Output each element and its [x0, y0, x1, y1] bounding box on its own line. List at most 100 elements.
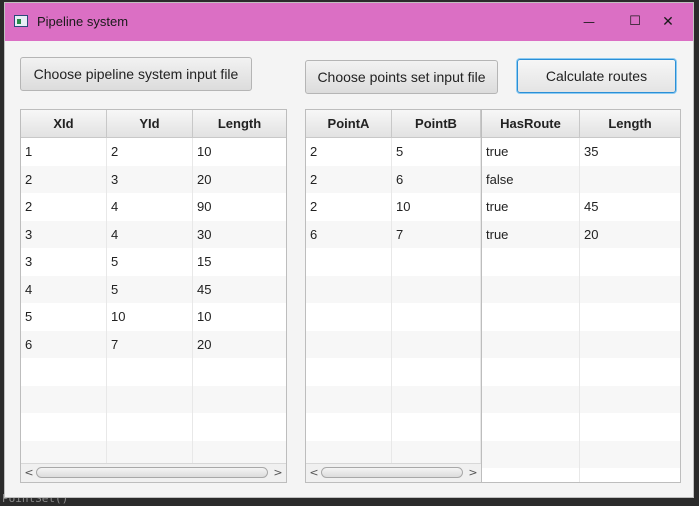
points-row[interactable]	[306, 385, 481, 413]
pipeline-cell: 15	[193, 248, 286, 276]
points-cell	[306, 248, 392, 276]
column-header-xid[interactable]: XId	[21, 110, 107, 138]
pipeline-cell	[193, 358, 286, 386]
pipeline-cell: 30	[193, 221, 286, 249]
points-cell: 2	[306, 193, 392, 221]
pipeline-cell: 20	[193, 166, 286, 194]
points-row[interactable]	[306, 303, 481, 331]
choose-pipeline-file-button[interactable]: Choose pipeline system input file	[20, 57, 252, 91]
routes-cell: 20	[580, 221, 680, 249]
pipeline-horizontal-scrollbar[interactable]: < >	[21, 463, 286, 482]
points-row[interactable]	[306, 358, 481, 386]
routes-cell	[580, 441, 680, 469]
scroll-right-icon[interactable]: >	[271, 464, 285, 482]
points-row[interactable]: 26	[306, 165, 481, 193]
points-row[interactable]	[306, 275, 481, 303]
scroll-right-icon[interactable]: >	[466, 464, 480, 482]
routes-cell	[482, 275, 580, 303]
app-window-icon	[14, 15, 28, 27]
pipeline-cell: 5	[21, 303, 107, 331]
points-cell	[306, 385, 392, 413]
routes-row[interactable]	[482, 440, 680, 469]
routes-cell: 35	[580, 138, 680, 166]
routes-cell: false	[482, 165, 580, 193]
routes-row[interactable]: true 35	[482, 138, 680, 166]
routes-cell: true	[482, 220, 580, 248]
points-cell: 10	[392, 193, 481, 221]
column-header-length[interactable]: Length	[193, 110, 286, 138]
column-header-hasroute[interactable]: HasRoute	[482, 110, 580, 138]
scroll-thumb[interactable]	[36, 467, 268, 478]
pipeline-cell: 2	[21, 193, 107, 221]
scroll-left-icon[interactable]: <	[307, 464, 321, 482]
points-row[interactable]: 25	[306, 138, 481, 166]
column-header-route-length[interactable]: Length	[580, 110, 680, 138]
routes-row[interactable]	[482, 275, 680, 303]
pipeline-cell: 10	[107, 303, 193, 331]
pipeline-cell	[107, 358, 193, 386]
routes-cell	[580, 468, 680, 482]
pipeline-cell: 45	[193, 276, 286, 304]
pipeline-row[interactable]: 4 5 45	[21, 275, 286, 304]
pipeline-row[interactable]: 3 4 30	[21, 220, 286, 249]
pipeline-row[interactable]: 1 2 10	[21, 138, 286, 166]
minimize-button[interactable]: —	[569, 3, 609, 41]
routes-row[interactable]: true 20	[482, 220, 680, 249]
routes-row[interactable]: true 45	[482, 193, 680, 221]
pipeline-cell: 2	[107, 138, 193, 166]
routes-cell	[580, 248, 680, 276]
points-row[interactable]: 2 10	[306, 193, 481, 221]
scroll-left-icon[interactable]: <	[22, 464, 36, 482]
pipeline-cell	[193, 386, 286, 414]
routes-row[interactable]	[482, 413, 680, 441]
points-cell	[392, 385, 481, 413]
routes-cell: 45	[580, 193, 680, 221]
points-row[interactable]	[306, 248, 481, 276]
routes-cell	[482, 468, 580, 482]
routes-row[interactable]	[482, 385, 680, 413]
pipeline-cell	[21, 413, 107, 441]
points-row[interactable]	[306, 413, 481, 441]
calculate-routes-button[interactable]: Calculate routes	[517, 59, 676, 93]
pipeline-row[interactable]	[21, 385, 286, 414]
choose-points-file-button[interactable]: Choose points set input file	[305, 60, 498, 94]
pipeline-cell: 6	[21, 330, 107, 358]
pipeline-cell: 4	[107, 220, 193, 248]
pipeline-cell: 3	[21, 220, 107, 248]
pipeline-table[interactable]: XId YId Length 1 2 10 2 3 20 2 4 90 3 4 30 3 5 15 4 5 45 5…	[20, 109, 287, 483]
pipeline-cell	[107, 413, 193, 441]
routes-row[interactable]: false	[482, 165, 680, 193]
routes-row[interactable]	[482, 303, 680, 331]
points-horizontal-scrollbar[interactable]: < >	[306, 463, 481, 482]
title-bar[interactable]: Pipeline system — ☐ ✕	[5, 3, 693, 41]
pipeline-row[interactable]: 6 7 20	[21, 330, 286, 358]
routes-row[interactable]	[482, 330, 680, 358]
points-cell	[306, 275, 392, 303]
routes-row[interactable]	[482, 468, 680, 482]
points-cell	[392, 275, 481, 303]
routes-row[interactable]	[482, 248, 680, 276]
close-button[interactable]: ✕	[648, 3, 688, 41]
routes-cell	[482, 385, 580, 413]
points-row[interactable]: 67	[306, 220, 481, 248]
pipeline-row[interactable]	[21, 358, 286, 386]
pipeline-row[interactable]	[21, 413, 286, 441]
column-header-yid[interactable]: YId	[107, 110, 193, 138]
routes-table[interactable]: HasRoute Length true 35 false true 45 true 20	[481, 109, 681, 483]
points-cell	[306, 330, 392, 358]
points-cell	[306, 413, 392, 441]
pipeline-row[interactable]: 5 10 10	[21, 303, 286, 331]
points-row[interactable]	[306, 330, 481, 358]
scroll-thumb[interactable]	[321, 467, 463, 478]
points-table[interactable]: PointA PointB 2 5 2 6 2 10 6 7 < >	[305, 109, 482, 483]
column-header-pointa[interactable]: PointA	[306, 110, 392, 138]
pipeline-row[interactable]: 3 5 15	[21, 248, 286, 276]
routes-row[interactable]	[482, 358, 680, 386]
points-cell	[392, 413, 481, 441]
pipeline-row[interactable]: 2 3 20	[21, 165, 286, 194]
column-header-pointb[interactable]: PointB	[392, 110, 481, 138]
pipeline-row[interactable]: 2 4 90	[21, 193, 286, 221]
pipeline-cell: 10	[193, 138, 286, 166]
pipeline-cell: 10	[193, 303, 286, 331]
app-window: Pipeline system — ☐ ✕ Choose pipeline sys…	[4, 2, 694, 498]
